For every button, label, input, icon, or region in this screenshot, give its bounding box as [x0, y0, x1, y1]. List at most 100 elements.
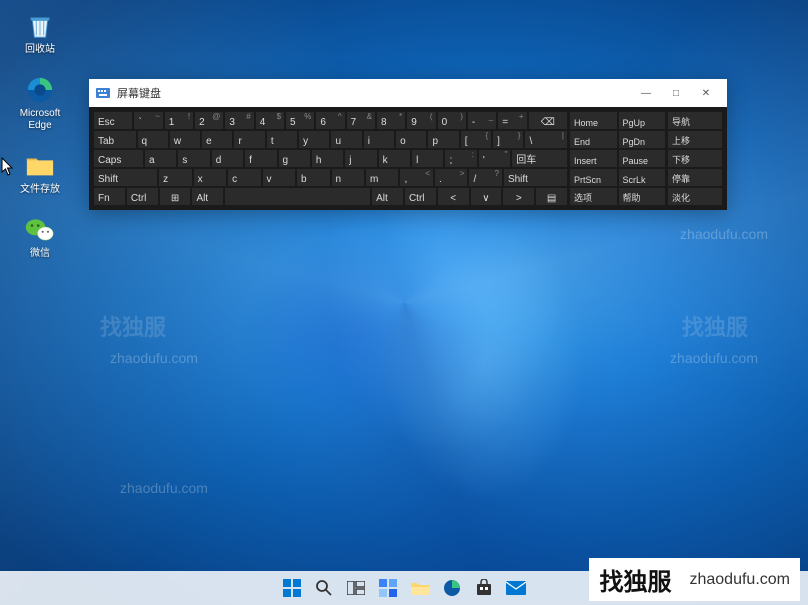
- desktop[interactable]: zhaodufu.com zhaodufu.com 找独服 找独服 zhaodu…: [0, 0, 808, 605]
- key-[interactable]: 回车: [512, 150, 567, 167]
- key-x[interactable]: x: [194, 169, 226, 186]
- microsoft-edge[interactable]: Microsoft Edge: [10, 74, 70, 132]
- key-ctrl[interactable]: Ctrl: [405, 188, 436, 205]
- key-[interactable]: '": [479, 150, 510, 167]
- key-space[interactable]: [225, 188, 370, 205]
- search-button[interactable]: [311, 575, 337, 601]
- key-pause[interactable]: Pause: [619, 150, 666, 167]
- key-7[interactable]: 7&: [347, 112, 375, 129]
- key-alt[interactable]: Alt: [192, 188, 223, 205]
- key-g[interactable]: g: [279, 150, 310, 167]
- key-caps[interactable]: Caps: [94, 150, 143, 167]
- key-停靠[interactable]: 停靠: [668, 169, 722, 186]
- key-[interactable]: -_: [468, 112, 496, 129]
- mail-button[interactable]: [503, 575, 529, 601]
- key-[interactable]: ⌫: [529, 112, 567, 129]
- key-a[interactable]: a: [145, 150, 176, 167]
- key-[interactable]: .>: [435, 169, 467, 186]
- key-scrlk[interactable]: ScrLk: [619, 169, 666, 186]
- key-0[interactable]: 0): [438, 112, 466, 129]
- key-5[interactable]: 5%: [286, 112, 314, 129]
- icon-label: 文件存放: [20, 184, 60, 196]
- key-f[interactable]: f: [245, 150, 276, 167]
- key-prtscn[interactable]: PrtScn: [570, 169, 617, 186]
- key-w[interactable]: w: [170, 131, 200, 148]
- edge-button[interactable]: [439, 575, 465, 601]
- key-[interactable]: [{: [461, 131, 491, 148]
- key-4[interactable]: 4$: [256, 112, 284, 129]
- key-tab[interactable]: Tab: [94, 131, 136, 148]
- key-z[interactable]: z: [159, 169, 191, 186]
- key-pgdn[interactable]: PgDn: [619, 131, 666, 148]
- wechat[interactable]: 微信: [10, 214, 70, 260]
- key-r[interactable]: r: [234, 131, 264, 148]
- maximize-button[interactable]: □: [661, 79, 691, 107]
- key-n[interactable]: n: [332, 169, 364, 186]
- close-button[interactable]: ✕: [691, 79, 721, 107]
- widgets-button[interactable]: [375, 575, 401, 601]
- key-帮助[interactable]: 帮助: [619, 188, 666, 205]
- key-end[interactable]: End: [570, 131, 617, 148]
- store-button[interactable]: [471, 575, 497, 601]
- icon-label: 回收站: [25, 44, 55, 56]
- key-s[interactable]: s: [178, 150, 209, 167]
- key-fn[interactable]: Fn: [94, 188, 125, 205]
- key-8[interactable]: 8*: [377, 112, 405, 129]
- key-ctrl[interactable]: Ctrl: [127, 188, 158, 205]
- key-[interactable]: ;:: [445, 150, 476, 167]
- key-o[interactable]: o: [396, 131, 426, 148]
- key-[interactable]: <: [438, 188, 469, 205]
- task-view-button[interactable]: [343, 575, 369, 601]
- key-[interactable]: /?: [469, 169, 501, 186]
- key-h[interactable]: h: [312, 150, 343, 167]
- osk-titlebar[interactable]: 屏幕键盘 — □ ✕: [89, 79, 727, 107]
- key-esc[interactable]: Esc: [94, 112, 132, 129]
- key-i[interactable]: i: [364, 131, 394, 148]
- key-导航[interactable]: 导航: [668, 112, 722, 129]
- key-home[interactable]: Home: [570, 112, 617, 129]
- key-6[interactable]: 6^: [316, 112, 344, 129]
- key-9[interactable]: 9(: [407, 112, 435, 129]
- key-3[interactable]: 3#: [225, 112, 253, 129]
- key-j[interactable]: j: [345, 150, 376, 167]
- key-p[interactable]: p: [428, 131, 458, 148]
- key-2[interactable]: 2@: [195, 112, 223, 129]
- key-选项[interactable]: 选项: [570, 188, 617, 205]
- key-下移[interactable]: 下移: [668, 150, 722, 167]
- key-l[interactable]: l: [412, 150, 443, 167]
- key-y[interactable]: y: [299, 131, 329, 148]
- key-m[interactable]: m: [366, 169, 398, 186]
- key-e[interactable]: e: [202, 131, 232, 148]
- key-[interactable]: `~: [134, 112, 162, 129]
- recycle-bin[interactable]: 回收站: [10, 10, 70, 56]
- file-explorer-button[interactable]: [407, 575, 433, 601]
- key-1[interactable]: 1!: [165, 112, 193, 129]
- key-[interactable]: ,<: [400, 169, 432, 186]
- key-b[interactable]: b: [297, 169, 329, 186]
- icon-label: Microsoft Edge: [10, 108, 70, 132]
- key-淡化[interactable]: 淡化: [668, 188, 722, 205]
- key-[interactable]: ]}: [493, 131, 523, 148]
- key-c[interactable]: c: [228, 169, 260, 186]
- key-v[interactable]: v: [263, 169, 295, 186]
- start-button[interactable]: [279, 575, 305, 601]
- key-[interactable]: =+: [498, 112, 526, 129]
- key-上移[interactable]: 上移: [668, 131, 722, 148]
- key-[interactable]: >: [503, 188, 534, 205]
- key-shift[interactable]: Shift: [94, 169, 157, 186]
- minimize-button[interactable]: —: [631, 79, 661, 107]
- key-d[interactable]: d: [212, 150, 243, 167]
- key-t[interactable]: t: [267, 131, 297, 148]
- key-[interactable]: \|: [525, 131, 567, 148]
- key-u[interactable]: u: [331, 131, 361, 148]
- files-folder[interactable]: 文件存放: [10, 150, 70, 196]
- key-[interactable]: ∨: [471, 188, 502, 205]
- key-shift[interactable]: Shift: [504, 169, 567, 186]
- key-k[interactable]: k: [379, 150, 410, 167]
- key-[interactable]: ⊞: [160, 188, 191, 205]
- key-pgup[interactable]: PgUp: [619, 112, 666, 129]
- key-insert[interactable]: Insert: [570, 150, 617, 167]
- key-alt[interactable]: Alt: [372, 188, 403, 205]
- key-[interactable]: ▤: [536, 188, 567, 205]
- key-q[interactable]: q: [138, 131, 168, 148]
